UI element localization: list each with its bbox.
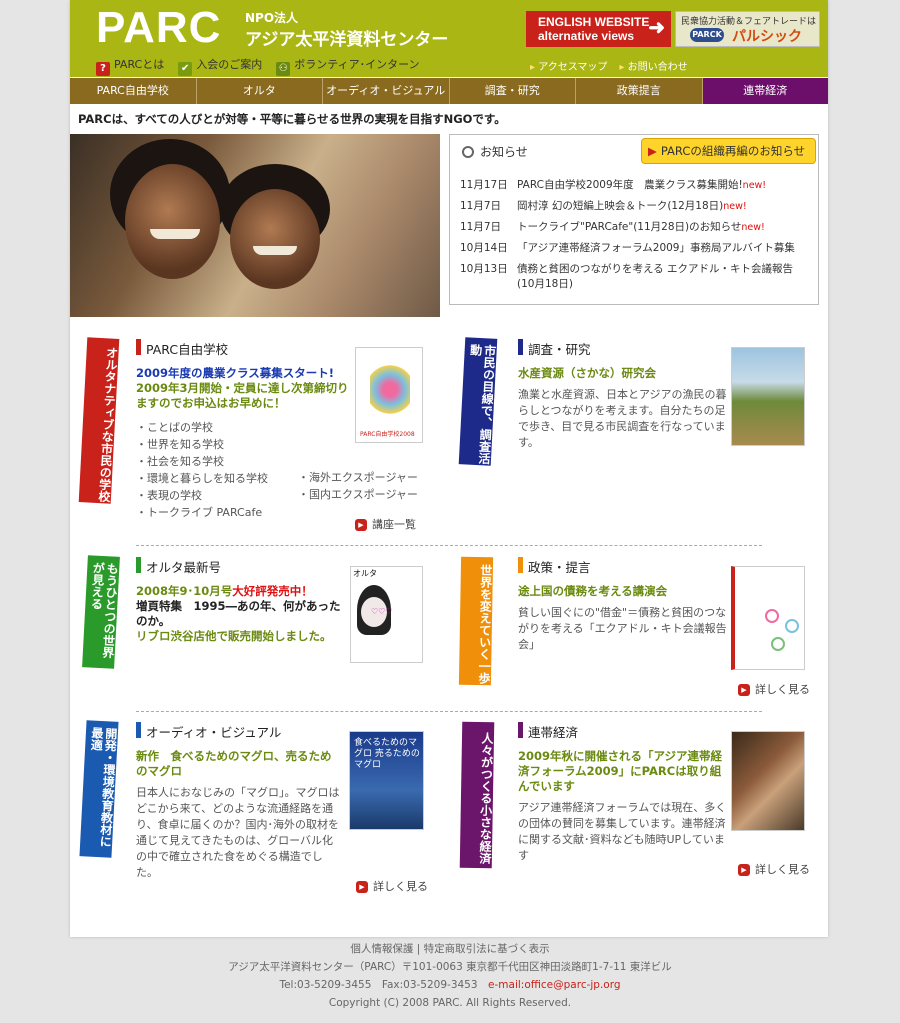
nav-solidarity[interactable]: 連帯経済 bbox=[702, 78, 828, 104]
research-heading[interactable]: 調査・研究 bbox=[518, 339, 728, 358]
footer-contact: Tel:03-5209-3455 Fax:03-5209-3453 e-mail… bbox=[279, 979, 621, 991]
leaf-icon: ✔ bbox=[178, 62, 193, 76]
policy-more-link[interactable]: 詳しく見る bbox=[738, 681, 810, 697]
contact-link[interactable]: お問い合わせ bbox=[619, 58, 688, 73]
school-vertical-label: オルタナティブな市民の学校 bbox=[78, 337, 120, 504]
about-link[interactable]: ? PARCとは bbox=[96, 56, 164, 76]
research-section: 調査・研究 水産資源（さかな）研究会 漁業と水産資源、日本とアジアの漁民の暮らし… bbox=[518, 339, 728, 451]
question-icon: ? bbox=[96, 62, 110, 76]
solidarity-section: 連帯経済 2009年秋に開催される「アジア連帯経済フォーラム2009」にPARC… bbox=[518, 722, 728, 864]
solidarity-more-link[interactable]: 詳しく見る bbox=[738, 861, 810, 877]
magnifier-icon bbox=[462, 146, 474, 158]
school-thumb[interactable]: PARC自由学校2008 bbox=[355, 347, 423, 443]
policy-heading[interactable]: 政策・提言 bbox=[518, 557, 728, 576]
av-heading[interactable]: オーディオ・ビジュアル bbox=[136, 722, 341, 741]
policy-body: 貧しい国ぐにの"借金"＝債務と貧困のつながりを考える「エクアドル・キト会議報告会… bbox=[518, 606, 727, 651]
nav-school[interactable]: PARC自由学校 bbox=[70, 78, 197, 104]
news-item[interactable]: 11月7日 トークライブ"PARCafe"(11月28日)のお知らせnew! bbox=[460, 220, 810, 235]
divider bbox=[136, 545, 762, 546]
palsic-banner[interactable]: 民衆協力活動＆フェアトレードは PARCK パルシック bbox=[675, 11, 820, 47]
av-lead[interactable]: 新作 食べるためのマグロ、売るためのマグロ bbox=[136, 749, 341, 779]
news-item[interactable]: 11月7日 岡村淳 幻の短編上映会＆トーク(12月18日)new! bbox=[460, 199, 810, 214]
research-vertical-label: 市民の目線で、調査活動 bbox=[458, 337, 498, 466]
news-item[interactable]: 10月14日 「アジア連帯経済フォーラム2009」事務局アルバイト募集 bbox=[460, 241, 810, 256]
access-map-link[interactable]: アクセスマップ bbox=[530, 58, 607, 73]
play-icon: ▶ bbox=[648, 144, 657, 158]
volunteer-link[interactable]: ⚇ ボランティア･インターン bbox=[276, 56, 420, 76]
people-icon: ⚇ bbox=[276, 62, 291, 76]
solidarity-heading[interactable]: 連帯経済 bbox=[518, 722, 728, 741]
av-body: 日本人におなじみの「マグロ」。マグロはどこから来て、どのような流通経路を通り、食… bbox=[136, 786, 340, 879]
org-reform-button[interactable]: ▶ PARCの組織再編のお知らせ bbox=[641, 138, 816, 164]
npo-label: NPO法人 bbox=[245, 11, 299, 25]
parc-logo[interactable]: PARC bbox=[96, 4, 221, 52]
alter-section: オルタ最新号 2008年9･10月号大好評発売中！ 増頁特集 1995―あの年、… bbox=[136, 557, 341, 644]
alter-feature[interactable]: 増頁特集 1995―あの年、何があったのか。 bbox=[136, 599, 341, 629]
news-list: 11月17日 PARC自由学校2009年度 農業クラス募集開始!new! 11月7… bbox=[460, 178, 810, 298]
news-item[interactable]: 11月17日 PARC自由学校2009年度 農業クラス募集開始!new! bbox=[460, 178, 810, 193]
site-header: PARC NPO法人 アジア太平洋資料センター ? PARCとは ✔ 入会のご案内 … bbox=[70, 0, 828, 77]
join-link[interactable]: ✔ 入会のご案内 bbox=[178, 56, 262, 76]
school-list-2: ・海外エクスポージャー ・国内エクスポージャー bbox=[298, 471, 418, 501]
header-links: ? PARCとは ✔ 入会のご案内 ⚇ ボランティア･インターン bbox=[96, 56, 420, 76]
news-box: お知らせ ▶ PARCの組織再編のお知らせ 11月17日 PARC自由学校2009年… bbox=[449, 134, 819, 305]
header-sublinks: アクセスマップ お問い合わせ bbox=[530, 58, 688, 73]
research-thumb[interactable] bbox=[731, 347, 805, 446]
alter-heading[interactable]: オルタ最新号 bbox=[136, 557, 341, 576]
av-more-link[interactable]: 詳しく見る bbox=[356, 878, 428, 894]
news-title: お知らせ bbox=[462, 143, 528, 160]
course-list-link[interactable]: 講座一覧 bbox=[355, 516, 416, 532]
av-vertical-label: 開発・環境教育教材に最適 bbox=[79, 720, 119, 858]
policy-section: 政策・提言 途上国の債務を考える講演会 貧しい国ぐにの"借金"＝債務と貧困のつな… bbox=[518, 557, 728, 653]
divider bbox=[136, 711, 762, 712]
nav-alter[interactable]: オルタ bbox=[197, 78, 323, 104]
solidarity-vertical-label: 人々がつくる小さな経済 bbox=[459, 721, 495, 869]
policy-vertical-label: 世界を変えていく一歩 bbox=[458, 556, 494, 686]
alter-thumb[interactable]: オルタ ♡♡♡ bbox=[350, 566, 423, 663]
main-nav: PARC自由学校 オルタ オーディオ・ビジュアル 調査・研究 政策提言 連帯経済 bbox=[70, 78, 828, 104]
research-lead[interactable]: 水産資源（さかな）研究会 bbox=[518, 366, 728, 381]
nav-av[interactable]: オーディオ・ビジュアル bbox=[323, 78, 450, 104]
alter-sales: リブロ渋谷店他で販売開始しました。 bbox=[136, 629, 332, 643]
av-section: オーディオ・ビジュアル 新作 食べるためのマグロ、売るためのマグロ 日本人におな… bbox=[136, 722, 341, 881]
footer-address: アジア太平洋資料センター（PARC）〒101-0063 東京都千代田区神田淡路町… bbox=[228, 961, 672, 973]
nav-policy[interactable]: 政策提言 bbox=[576, 78, 703, 104]
av-thumb[interactable]: 食べるためのマグロ 売るためのマグロ bbox=[349, 731, 424, 830]
research-body: 漁業と水産資源、日本とアジアの漁民の暮らしとつながりを考えます。自分たちの足で歩… bbox=[518, 388, 727, 449]
site-footer: 個人情報保護 | 特定商取引法に基づく表示 アジア太平洋資料センター（PARC）… bbox=[0, 940, 900, 1012]
parck-logo: PARCK bbox=[690, 28, 724, 42]
hero-photo bbox=[70, 134, 440, 317]
alter-vertical-label: もうひとつの世界が見える bbox=[82, 555, 120, 669]
school-lead-sub: 2009年3月開始・定員に達し次第締切りますのでお申込はお早めに！ bbox=[136, 381, 349, 410]
policy-thumb[interactable] bbox=[731, 566, 805, 670]
solidarity-thumb[interactable] bbox=[731, 731, 805, 831]
org-name[interactable]: アジア太平洋資料センター bbox=[245, 25, 448, 50]
english-website-button[interactable]: ENGLISH WEBSITE alternative views ➜ bbox=[526, 11, 671, 47]
tagline: PARCは、すべての人びとが対等・平等に暮らせる世界の実現を目指すNGOです。 bbox=[78, 112, 506, 126]
policy-lead[interactable]: 途上国の債務を考える講演会 bbox=[518, 584, 728, 599]
news-item[interactable]: 10月13日 債務と貧困のつながりを考える エクアドル・キト会議報告(10月18日… bbox=[460, 262, 810, 292]
arrow-right-icon: ➜ bbox=[648, 17, 665, 39]
solidarity-lead[interactable]: 2009年秋に開催される「アジア連帯経済フォーラム2009」にPARCは取り組ん… bbox=[518, 749, 728, 794]
school-heading[interactable]: PARC自由学校 bbox=[136, 339, 356, 358]
solidarity-body: アジア連帯経済フォーラムでは現在、多くの団体の賛同を募集しています。連帯経済に関… bbox=[518, 801, 727, 862]
copyright: Copyright (C) 2008 PARC. All Rights Rese… bbox=[328, 997, 572, 1009]
email-link[interactable]: e-mail:office@parc-jp.org bbox=[488, 979, 620, 991]
nav-research[interactable]: 調査・研究 bbox=[450, 78, 576, 104]
page-container: PARC NPO法人 アジア太平洋資料センター ? PARCとは ✔ 入会のご案内 … bbox=[70, 0, 828, 937]
footer-links[interactable]: 個人情報保護 | 特定商取引法に基づく表示 bbox=[0, 940, 900, 958]
school-lead[interactable]: 2009年度の農業クラス募集スタート! bbox=[136, 366, 356, 381]
